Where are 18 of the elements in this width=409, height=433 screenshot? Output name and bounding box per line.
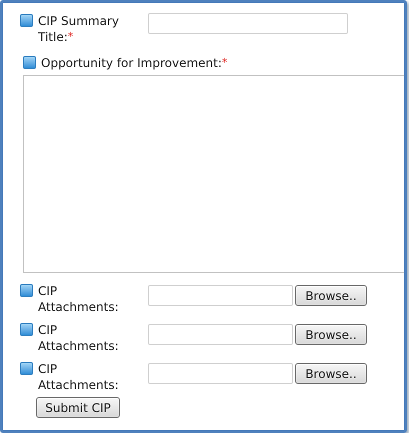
field-label: CIP Attachments: xyxy=(38,361,120,393)
file-input[interactable] xyxy=(148,363,293,384)
browse-button[interactable]: Browse.. xyxy=(295,324,367,345)
field-label: Opportunity for Improvement:* xyxy=(41,55,228,71)
field-label: CIP Attachments: xyxy=(38,283,120,315)
info-icon[interactable] xyxy=(20,323,33,336)
info-icon[interactable] xyxy=(23,56,36,69)
info-icon[interactable] xyxy=(20,14,33,27)
info-icon[interactable] xyxy=(20,284,33,297)
title-input[interactable] xyxy=(148,13,348,34)
browse-button[interactable]: Browse.. xyxy=(295,363,367,384)
file-input[interactable] xyxy=(148,324,293,345)
file-input[interactable] xyxy=(148,285,293,306)
field-label: CIP Attachments: xyxy=(38,322,120,354)
info-icon[interactable] xyxy=(20,362,33,375)
submit-button[interactable]: Submit CIP xyxy=(36,397,120,418)
field-label: CIP Summary Title:* xyxy=(38,13,120,45)
browse-button[interactable]: Browse.. xyxy=(295,285,367,306)
